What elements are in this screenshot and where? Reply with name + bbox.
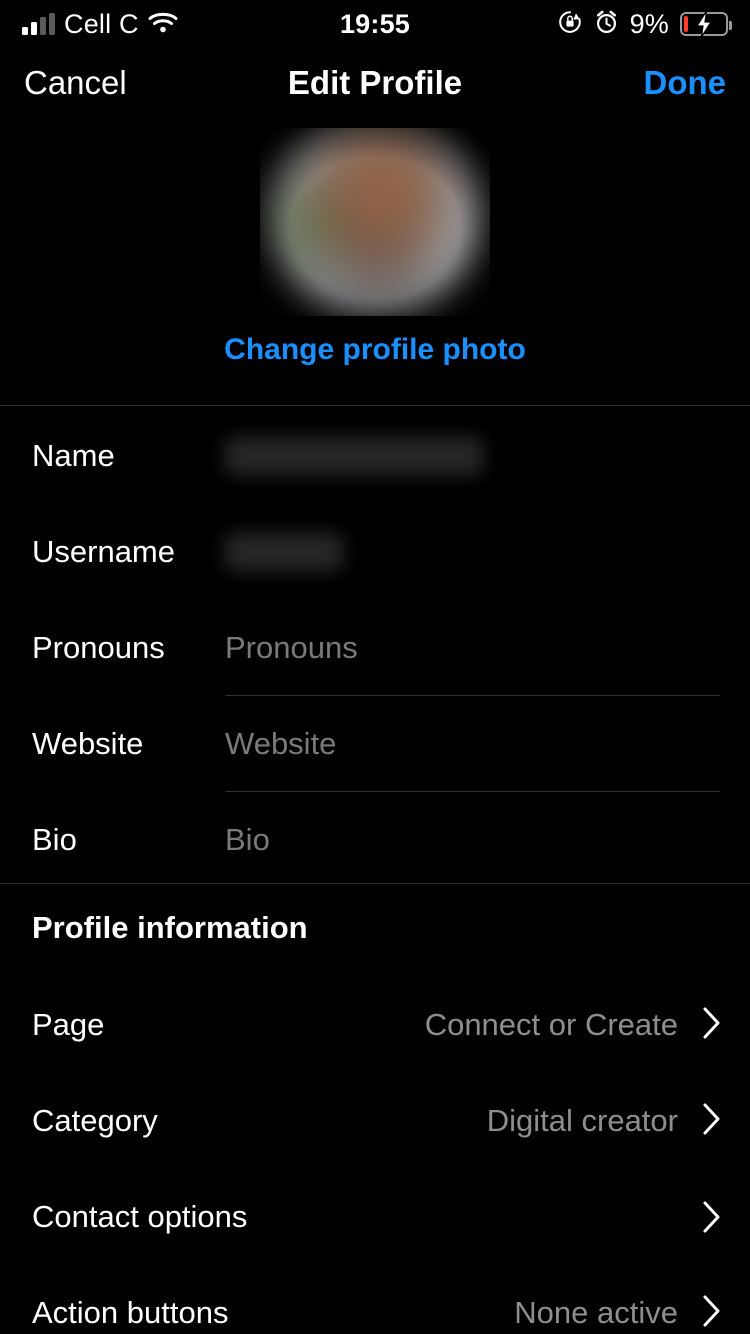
pronouns-placeholder: Pronouns	[225, 630, 358, 665]
alarm-clock-icon	[594, 9, 619, 40]
chevron-right-icon	[702, 1006, 722, 1045]
field-label-bio: Bio	[32, 822, 77, 857]
info-value-action-buttons: None active	[514, 1295, 678, 1330]
battery-charging-icon	[680, 11, 732, 37]
info-label-contact-options: Contact options	[32, 1199, 248, 1234]
chevron-right-icon	[702, 1200, 722, 1234]
info-row-page[interactable]: Page Connect or Create	[0, 977, 750, 1073]
field-row-username[interactable]: Username	[0, 504, 750, 600]
profile-fields-list: Name Username Pronouns Pronouns Website …	[0, 406, 750, 883]
battery-percentage: 9%	[629, 8, 669, 39]
profile-information-header: Profile information	[32, 910, 308, 945]
navigation-bar: Cancel Edit Profile Done	[0, 48, 750, 118]
cancel-button[interactable]: Cancel	[24, 64, 127, 102]
website-placeholder: Website	[225, 726, 337, 761]
info-label-category: Category	[32, 1103, 158, 1138]
name-input[interactable]	[225, 408, 750, 504]
chevron-right-icon	[702, 1102, 722, 1141]
change-profile-photo-button[interactable]: Change profile photo	[0, 333, 750, 367]
username-input[interactable]	[225, 504, 750, 600]
chevron-right-icon	[702, 1294, 722, 1333]
field-row-bio[interactable]: Bio Bio	[0, 792, 750, 888]
bio-placeholder: Bio	[225, 822, 270, 857]
name-value-redacted	[225, 437, 483, 475]
field-row-website[interactable]: Website Website	[0, 696, 750, 792]
signal-bars-icon	[22, 13, 55, 35]
bio-input[interactable]: Bio	[225, 792, 750, 888]
profile-avatar-image	[260, 128, 490, 316]
field-row-name[interactable]: Name	[0, 408, 750, 504]
pronouns-input[interactable]: Pronouns	[225, 600, 750, 696]
website-input[interactable]: Website	[225, 696, 750, 792]
field-label-username: Username	[32, 534, 175, 569]
info-label-page: Page	[32, 1007, 105, 1042]
carrier-name: Cell C	[64, 8, 139, 39]
field-label-website: Website	[32, 726, 144, 761]
done-button[interactable]: Done	[644, 64, 727, 102]
wifi-icon	[148, 11, 178, 38]
field-label-name: Name	[32, 438, 115, 473]
field-label-pronouns: Pronouns	[32, 630, 165, 665]
info-value-page: Connect or Create	[424, 1007, 678, 1042]
info-row-contact-options[interactable]: Contact options	[0, 1169, 750, 1265]
info-row-category[interactable]: Category Digital creator	[0, 1073, 750, 1169]
info-row-action-buttons[interactable]: Action buttons None active	[0, 1265, 750, 1334]
profile-photo-section: Change profile photo	[0, 118, 750, 405]
profile-avatar[interactable]	[260, 128, 490, 316]
profile-information-section: Profile information Page Connect or Crea…	[0, 884, 750, 1334]
field-row-pronouns[interactable]: Pronouns Pronouns	[0, 600, 750, 696]
username-value-redacted	[225, 533, 343, 571]
info-label-action-buttons: Action buttons	[32, 1295, 229, 1330]
status-bar-right: 9%	[557, 8, 732, 40]
info-value-category: Digital creator	[486, 1103, 678, 1138]
status-bar: Cell C 19:55 9%	[0, 0, 750, 48]
rotation-lock-icon	[557, 9, 583, 40]
edit-profile-screen: Cell C 19:55 9% Cancel Edit Profile Done…	[0, 0, 750, 1334]
status-bar-left: Cell C	[22, 9, 557, 40]
